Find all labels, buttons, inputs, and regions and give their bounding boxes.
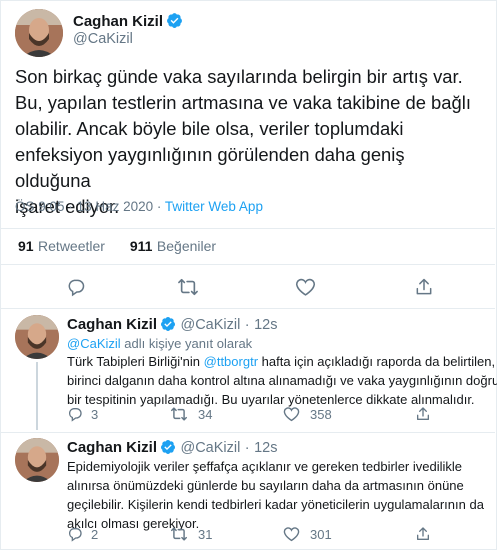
retweet-icon [178,278,198,296]
reply-text-fragment: hafta için açıkladığı raporda da belirti… [258,354,496,369]
reply-count: 3 [91,406,99,422]
verified-badge-icon [166,12,183,34]
retweet-icon [171,527,187,541]
reply-author-name[interactable]: Caghan Kizil [67,316,157,333]
like-count: 358 [310,406,332,422]
retweet-count: 91 [18,238,34,254]
tweet-source-link[interactable]: Twitter Web App [165,199,263,214]
reply-text-line: Epidemiyolojik veriler şeffafça açıklanı… [67,459,462,474]
reply-share-button[interactable] [415,406,431,422]
like-count: 911 [129,238,153,254]
reply-avatar[interactable] [15,315,59,359]
tweet-text-line: Son birkaç günde vaka sayılarında belirg… [15,66,463,87]
like-count: 301 [310,526,332,542]
reply-text: Epidemiyolojik veriler şeffafça açıklanı… [67,457,492,533]
heart-icon [283,527,300,542]
meta-separator: · [244,317,250,333]
reply-retweet-button[interactable]: 34 [170,406,212,422]
share-icon [417,407,429,420]
mention-link[interactable]: @ttborgtr [204,354,258,369]
reply-share-button[interactable] [415,526,431,542]
divider [0,432,495,433]
like-label: Beğeniler [156,238,217,254]
divider [0,308,495,309]
reply-to-mention[interactable]: @CaKizil [67,336,121,351]
tweet-meta: ÖS 9:05 · 13 Haz 2020 · Twitter Web App [15,199,263,214]
reply-icon [68,279,85,297]
reply-context: @CaKizil adlı kişiye yanıt olarak [67,334,252,353]
tweet-text-line: Bu, yapılan testlerin artmasına ve vaka … [15,92,471,113]
retweet-icon [171,407,187,421]
meta-separator: · [68,199,73,214]
author-avatar[interactable] [15,9,63,57]
like-button[interactable] [295,277,316,297]
author-handle[interactable]: @CaKizil [73,31,133,47]
tweet-text-line: enfeksiyon yaygınlığının görülenden daha… [15,144,405,191]
retweet-count: 34 [198,406,213,422]
reply-retweet-button[interactable]: 31 [170,526,212,542]
divider [0,264,495,265]
reply-text-line: birinci dalganın daha kontrol altına alı… [67,373,497,388]
thread-connector [36,362,38,430]
divider [0,228,495,229]
reply-icon [68,408,82,422]
reply-like-button[interactable]: 358 [283,406,332,422]
reply-count: 2 [91,526,99,542]
reply-icon [68,528,82,542]
reply-reply-button[interactable]: 3 [67,406,98,422]
retweet-button[interactable] [177,277,199,297]
retweet-label: Retweetler [38,238,105,254]
meta-separator: · [244,440,250,456]
like-stat[interactable]: 911 Beğeniler [130,238,216,255]
share-icon [417,527,429,540]
tweet-text: Son birkaç günde vaka sayılarında belirg… [15,64,485,220]
reply-time[interactable]: 12s [254,440,277,456]
reply-avatar[interactable] [15,438,59,482]
meta-separator: · [156,199,162,214]
reply-button[interactable] [66,277,86,297]
share-button[interactable] [414,277,434,297]
reply-author-name[interactable]: Caghan Kizil [67,439,157,456]
tweet-date[interactable]: 13 Haz 2020 [77,199,154,214]
reply-like-button[interactable]: 301 [283,526,332,542]
reply-text: Türk Tabipleri Birliği'nin @ttborgtr haf… [67,352,497,409]
reply-author-handle[interactable]: @CaKizil [180,317,240,333]
tweet-text-line: olabilir. Ancak böyle bile olsa, veriler… [15,118,404,139]
reply-author-handle[interactable]: @CaKizil [180,440,240,456]
heart-icon [295,278,316,296]
reply-time[interactable]: 12s [254,317,277,333]
reply-reply-button[interactable]: 2 [67,526,98,542]
reply-text-fragment: Türk Tabipleri Birliği'nin [67,354,204,369]
tweet-time[interactable]: ÖS 9:05 [15,199,65,214]
tweet-stats: 91 Retweetler 911 Beğeniler [18,238,216,256]
heart-icon [283,407,300,422]
retweet-count: 31 [198,526,213,542]
reply-text-line: geçilebilir. Kişilerin kendi tedbirleri … [67,497,484,512]
reply-to-label: adlı kişiye yanıt olarak [124,336,253,351]
retweet-stat[interactable]: 91 Retweetler [18,238,105,255]
reply-text-line: Türk Tabipleri Birliği'nin @ttborgtr haf… [67,352,496,371]
author-name[interactable]: Caghan Kizil [73,13,163,30]
share-icon [416,278,432,295]
reply-text-line: alınırsa önümüzdeki günlerde bu sayıları… [67,478,464,493]
